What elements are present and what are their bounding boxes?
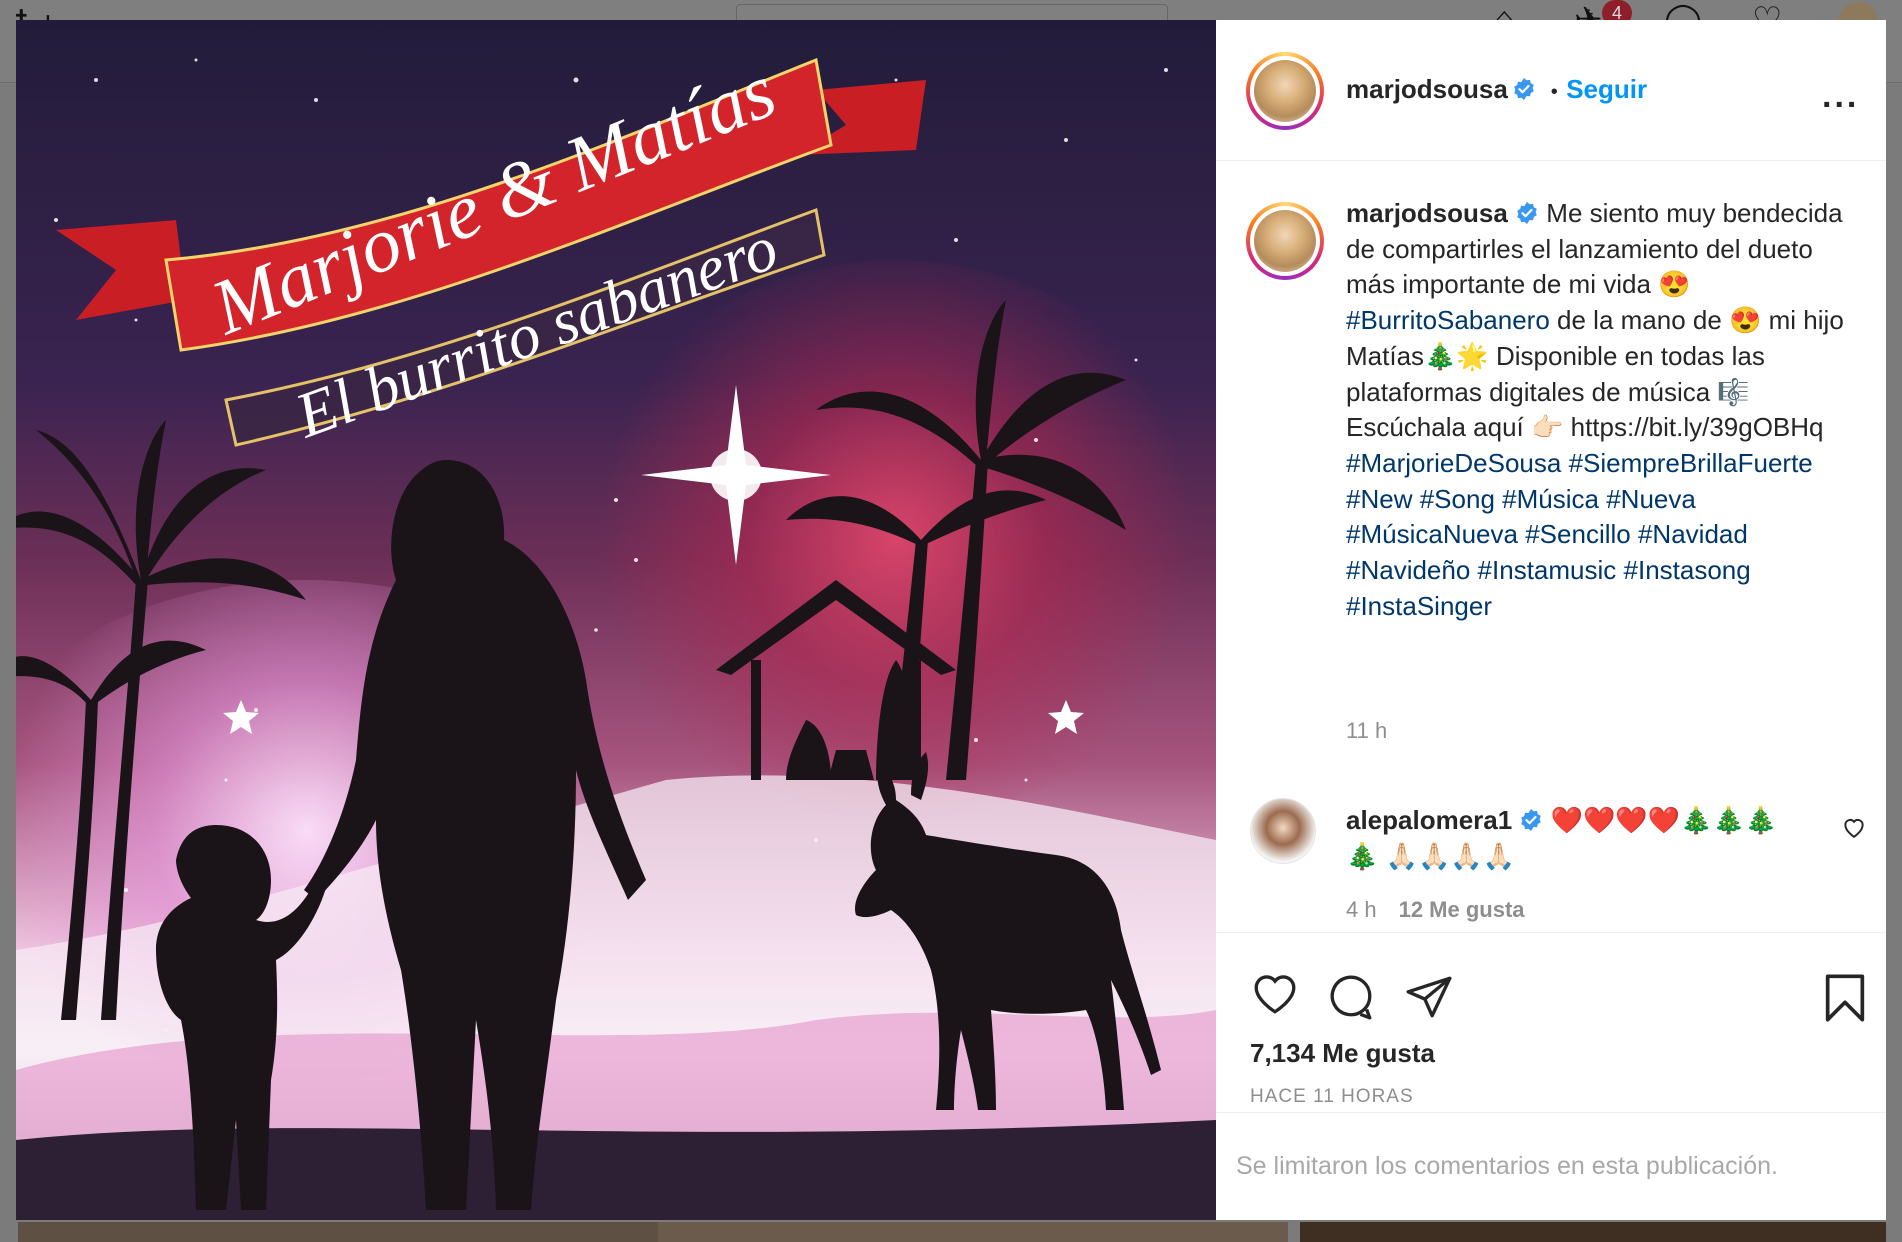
hashtag-link[interactable]: #BurritoSabanero [1346, 305, 1550, 335]
comment-meta: 4 h 12 Me gusta [1346, 897, 1525, 923]
caption-timestamp[interactable]: 11 h [1346, 718, 1387, 744]
hashtag-link[interactable]: #Instasong [1624, 555, 1751, 585]
more-options-icon[interactable]: ... [1822, 79, 1859, 113]
post-timestamp[interactable]: HACE 11 HORAS [1250, 1086, 1414, 1108]
hashtag-link[interactable]: #MarjorieDeSousa [1346, 448, 1561, 478]
comment-likes[interactable]: 12 Me gusta [1399, 897, 1525, 922]
comments-divider [1216, 1112, 1886, 1113]
caption-username[interactable]: marjodsousa [1346, 198, 1508, 228]
hashtag-link[interactable]: #Instamusic [1478, 555, 1617, 585]
verified-badge-icon [1517, 202, 1537, 224]
comment-like-icon[interactable] [1841, 815, 1867, 839]
hashtag-link[interactable]: #InstaSinger [1346, 591, 1492, 621]
verified-badge-icon [1521, 809, 1542, 831]
hashtag-link[interactable]: #Navideño [1346, 555, 1470, 585]
save-bookmark-icon[interactable] [1822, 972, 1868, 1024]
hashtag-link[interactable]: #SiempreBrillaFuerte [1569, 448, 1813, 478]
actions-divider [1216, 932, 1886, 933]
hashtag-link[interactable]: #Sencillo [1525, 519, 1631, 549]
post-header: marjodsousa • Seguir ... [1216, 20, 1886, 161]
grid-thumbnail [1300, 1222, 1886, 1242]
commenter-username[interactable]: alepalomera1 [1346, 805, 1512, 835]
hashtag-link[interactable]: #Song [1420, 484, 1495, 514]
comment-icon[interactable] [1326, 972, 1376, 1022]
post-modal: Marjorie & Matías El burrito sabanero ma… [16, 20, 1886, 1220]
follow-button[interactable]: Seguir [1566, 74, 1647, 104]
comment-timestamp[interactable]: 4 h [1346, 897, 1377, 922]
commenter-avatar[interactable] [1250, 798, 1316, 864]
likes-count[interactable]: 7,134 Me gusta [1250, 1038, 1435, 1069]
comments-limited-notice: Se limitaron los comentarios en esta pub… [1236, 1152, 1778, 1180]
hashtag-link[interactable]: #Música [1502, 484, 1599, 514]
hashtag-link[interactable]: #MúsicaNueva [1346, 519, 1518, 549]
verified-badge-icon [1514, 78, 1535, 100]
grid-thumbnail [18, 1222, 658, 1242]
author-avatar[interactable] [1246, 52, 1324, 130]
post-caption: marjodsousa Me siento muy bendecida de c… [1346, 196, 1866, 624]
post-image: Marjorie & Matías El burrito sabanero [16, 20, 1216, 1220]
header-separator: • [1550, 81, 1558, 103]
grid-thumbnail [658, 1222, 1288, 1242]
post-details-panel: marjodsousa • Seguir ... marjodsousa Me … [1216, 20, 1886, 1220]
share-icon[interactable] [1404, 972, 1454, 1022]
comment-body: alepalomera1 ❤️❤️❤️❤️🎄🎄🎄🎄 🙏🏻🙏🏻🙏🏻🙏🏻 [1346, 802, 1806, 874]
hashtag-link[interactable]: #New [1346, 484, 1412, 514]
hashtag-link[interactable]: #Nueva [1606, 484, 1696, 514]
caption-author-avatar[interactable] [1246, 202, 1324, 280]
like-heart-icon[interactable] [1250, 970, 1300, 1016]
nativity-illustration: Marjorie & Matías El burrito sabanero [16, 46, 1216, 1220]
hashtag-link[interactable]: #Navidad [1638, 519, 1748, 549]
author-username[interactable]: marjodsousa [1346, 74, 1508, 104]
